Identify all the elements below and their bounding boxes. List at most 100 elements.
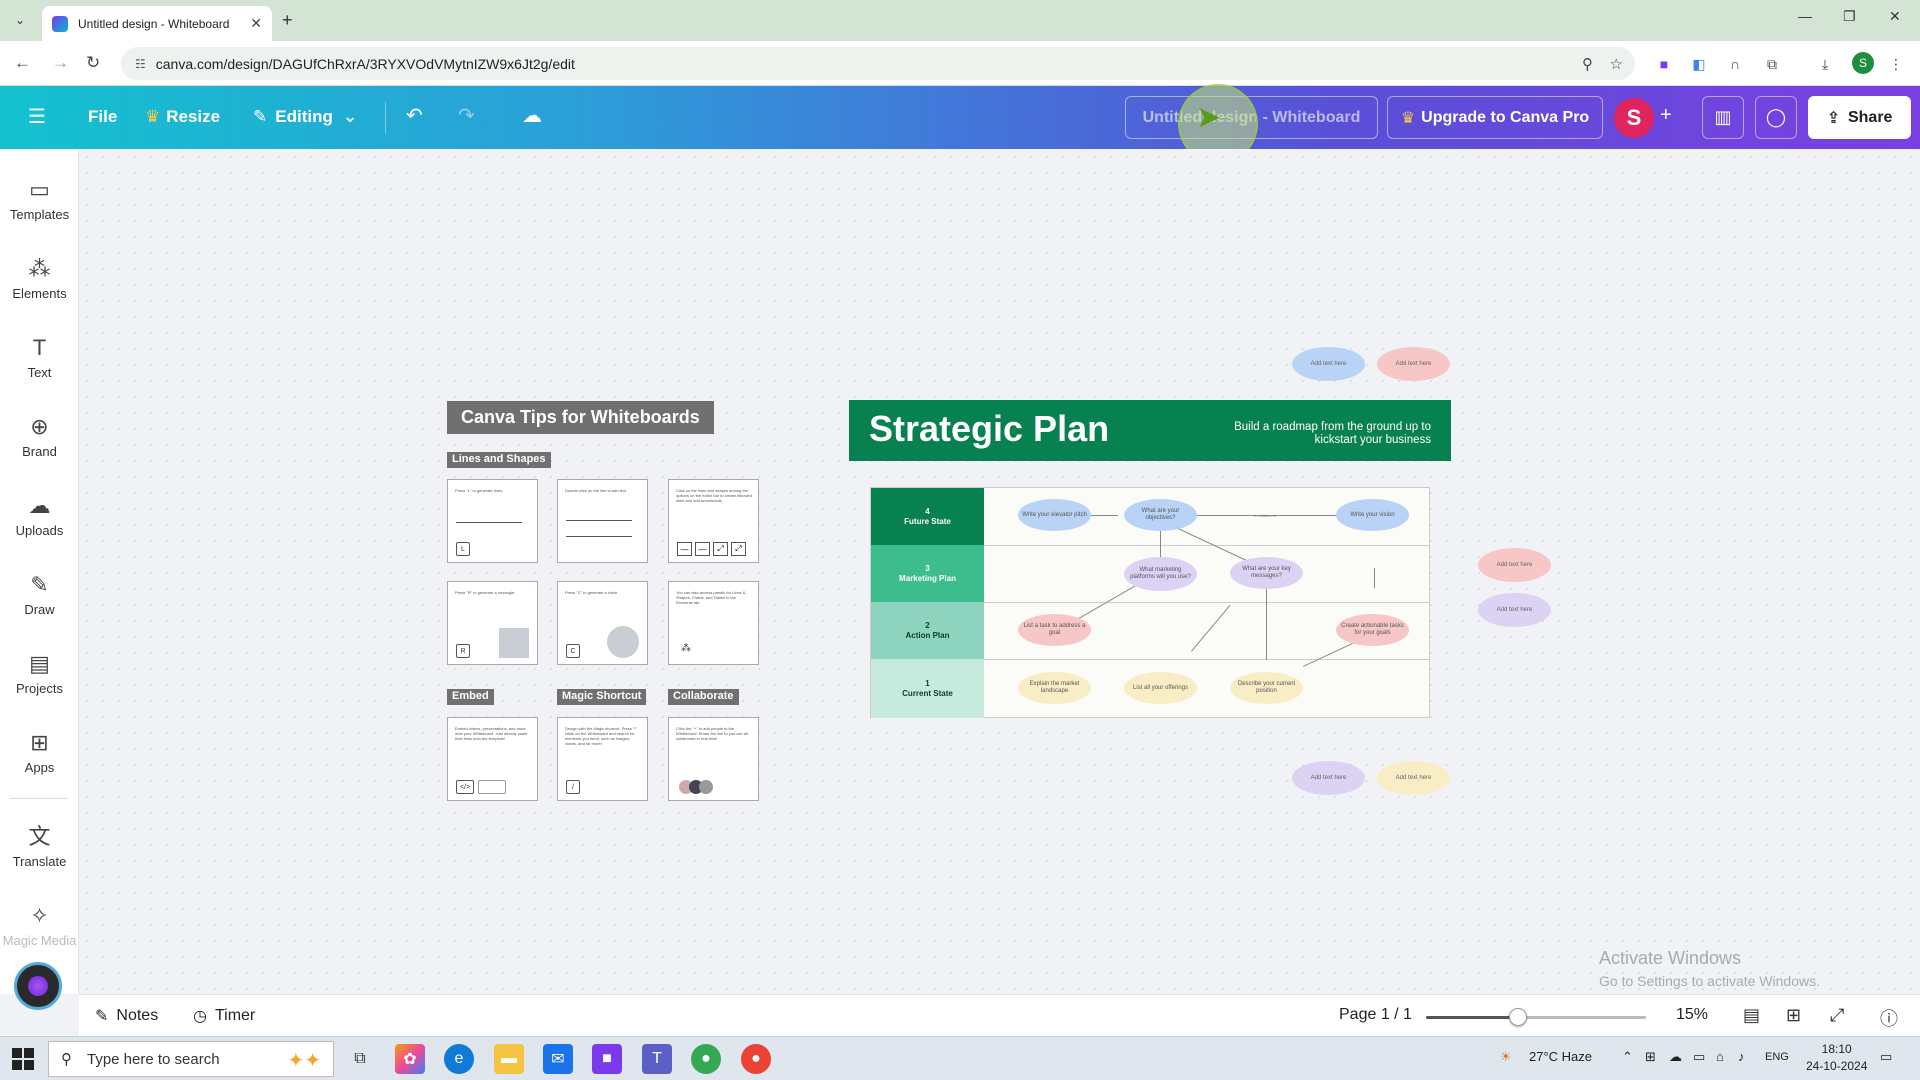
notifications-icon[interactable]: ▭ (1880, 1049, 1892, 1065)
browser-menu-icon[interactable]: ⋮ (1886, 54, 1906, 74)
zoom-icon[interactable]: ⚲ (1582, 55, 1593, 73)
download-icon[interactable]: ⤓ (1815, 54, 1835, 74)
section-magic-shortcut[interactable]: Magic Shortcut (557, 689, 647, 705)
sidebar-item-uploads[interactable]: ☁ Uploads (0, 491, 79, 538)
insights-chart-icon[interactable]: ▥ (1702, 96, 1744, 139)
tab-search-dropdown[interactable]: ⌄ (8, 8, 32, 32)
floating-text-oval-purple[interactable]: Add text here (1478, 593, 1551, 627)
tray-app-icon[interactable]: ⊞ (1645, 1049, 1656, 1065)
chrome-icon[interactable]: ● (691, 1044, 721, 1074)
sidebar-item-magic-media[interactable]: ✧ Magic Media (0, 901, 79, 948)
notes-button[interactable]: ✎ Notes (95, 1006, 158, 1026)
weather-icon[interactable]: ☀ (1500, 1049, 1512, 1065)
sidebar-item-apps[interactable]: ⊞ Apps (0, 728, 79, 775)
tip-card[interactable]: Press "R" to generate a rectangle. R (447, 581, 538, 665)
magic-assistant-button[interactable] (14, 962, 62, 1010)
node-elevator-pitch[interactable]: Write your elevator pitch (1018, 499, 1091, 531)
upgrade-pro-button[interactable]: ♛ Upgrade to Canva Pro (1387, 96, 1603, 139)
share-button[interactable]: ⇪ Share (1808, 96, 1911, 139)
page-indicator[interactable]: Page 1 / 1 (1339, 1006, 1412, 1024)
extensions-puzzle-icon[interactable]: ⧉ (1762, 54, 1782, 74)
restore-icon[interactable]: ❐ (1843, 8, 1856, 25)
grid-view-icon[interactable]: ⊞ (1786, 1005, 1801, 1026)
node-task[interactable]: List a task to address a goal (1018, 614, 1091, 646)
undo-icon[interactable]: ↶ (406, 103, 423, 128)
reload-icon[interactable]: ↻ (86, 53, 100, 73)
minimize-icon[interactable]: — (1798, 8, 1812, 24)
tray-device-icon[interactable]: ▭ (1693, 1049, 1705, 1065)
tip-card[interactable]: Double-click on the line to add text (557, 479, 648, 563)
edge-browser-icon[interactable]: e (444, 1044, 474, 1074)
user-avatar[interactable]: S (1614, 98, 1654, 138)
floating-text-oval-red[interactable]: Add text here (1478, 548, 1551, 582)
node-objectives[interactable]: What are your objectives? (1124, 499, 1197, 531)
sidebar-item-elements[interactable]: ⁂ Elements (0, 254, 79, 301)
node-current-position[interactable]: Describe your current position (1230, 672, 1303, 704)
node-actionable-tasks[interactable]: Create actionable tasks for your goals (1336, 614, 1409, 646)
copilot-icon[interactable]: ✿ (395, 1044, 425, 1074)
extension-2-icon[interactable]: ◧ (1689, 54, 1709, 74)
floating-text-oval-red[interactable]: Add text here (1377, 347, 1450, 381)
file-explorer-icon[interactable]: ▬ (494, 1044, 524, 1074)
site-info-icon[interactable]: ☷ (135, 57, 146, 71)
sidebar-item-brand[interactable]: ⊕ Brand (0, 412, 79, 459)
network-icon[interactable]: ⌂ (1716, 1049, 1724, 1064)
hamburger-icon[interactable]: ☰ (28, 104, 46, 129)
sidebar-item-text[interactable]: T Text (0, 333, 79, 380)
back-icon[interactable]: ← (14, 53, 31, 73)
strategic-plan-grid[interactable]: 4 Future State 3 Marketing Plan 2 Action… (870, 487, 1430, 718)
url-omnibox[interactable]: ☷ canva.com/design/DAGUfChRxrA/3RYXVOdVM… (121, 47, 1635, 80)
timer-button[interactable]: ◷ Timer (193, 1006, 255, 1026)
mail-icon[interactable]: ✉ (543, 1044, 573, 1074)
floating-text-oval-blue[interactable]: Add text here (1292, 347, 1365, 381)
page-view-icon[interactable]: ▤ (1743, 1005, 1760, 1026)
tip-card[interactable]: Embed videos, presentations, and more on… (447, 717, 538, 801)
tip-card[interactable]: Click the "+" to add people to the White… (668, 717, 759, 801)
onedrive-icon[interactable]: ☁ (1669, 1049, 1682, 1065)
new-tab-button[interactable]: + (282, 10, 293, 31)
section-embed[interactable]: Embed (447, 689, 494, 705)
section-collaborate[interactable]: Collaborate (668, 689, 739, 705)
sidebar-item-templates[interactable]: ▭ Templates (0, 175, 79, 222)
power-apps-icon[interactable]: ■ (592, 1044, 622, 1074)
extension-3-icon[interactable]: ∩ (1725, 54, 1745, 74)
tip-card[interactable]: Click on the lines and shapes among the … (668, 479, 759, 563)
node-marketing-platforms[interactable]: What marketing platforms will you use? (1124, 557, 1197, 591)
editing-mode-button[interactable]: ✎ Editing ⌄ (253, 107, 357, 127)
floating-text-oval-yellow[interactable]: Add text here (1377, 761, 1450, 795)
sidebar-item-draw[interactable]: ✎ Draw (0, 570, 79, 617)
forward-icon[interactable]: → (52, 53, 69, 73)
weather-text[interactable]: 27°C Haze (1529, 1049, 1592, 1064)
file-menu-button[interactable]: File (88, 107, 117, 127)
zoom-level[interactable]: 15% (1676, 1006, 1708, 1024)
chrome-profile-icon[interactable]: ● (741, 1044, 771, 1074)
sidebar-item-projects[interactable]: ▤ Projects (0, 649, 79, 696)
teams-icon[interactable]: T (642, 1044, 672, 1074)
volume-icon[interactable]: ♪ (1738, 1049, 1745, 1064)
redo-icon[interactable]: ↷ (458, 103, 475, 128)
task-view-icon[interactable]: ⧉ (345, 1044, 375, 1074)
add-collaborator-icon[interactable]: + (1660, 104, 1672, 127)
close-window-icon[interactable]: ✕ (1889, 8, 1901, 25)
fullscreen-icon[interactable]: ⤢ (1830, 1005, 1844, 1026)
section-lines-shapes[interactable]: Lines and Shapes (447, 452, 551, 468)
row-label-marketing-plan[interactable]: 3 Marketing Plan (871, 545, 984, 602)
help-icon[interactable]: ⓘ (1880, 1005, 1898, 1031)
floating-text-oval-purple[interactable]: Add text here (1292, 761, 1365, 795)
browser-tab[interactable]: Untitled design - Whiteboard ✕ (42, 6, 272, 41)
tip-card[interactable]: Design with the Magic shortcut. Press "/… (557, 717, 648, 801)
browser-profile-avatar[interactable]: S (1852, 52, 1874, 74)
node-offerings[interactable]: List all your offerings (1124, 672, 1197, 704)
sidebar-item-translate[interactable]: 文 Translate (0, 822, 79, 869)
row-label-current-state[interactable]: 1 Current State (871, 659, 984, 718)
close-tab-icon[interactable]: ✕ (250, 15, 262, 32)
tip-card[interactable]: You can also access panels for Lines & S… (668, 581, 759, 665)
node-vision[interactable]: Write your vision (1336, 499, 1409, 531)
zoom-slider[interactable] (1426, 1008, 1646, 1026)
tip-card[interactable]: Press "C" to generate a circle. C (557, 581, 648, 665)
strategic-plan-header[interactable]: Strategic Plan Build a roadmap from the … (849, 400, 1451, 461)
node-key-messages[interactable]: What are your key messages? (1230, 557, 1303, 589)
taskbar-search-box[interactable]: ⚲ Type here to search ✦✦ (48, 1041, 334, 1077)
cloud-saved-icon[interactable]: ☁ (522, 103, 542, 128)
node-market-landscape[interactable]: Explain the market landscape (1018, 672, 1091, 704)
